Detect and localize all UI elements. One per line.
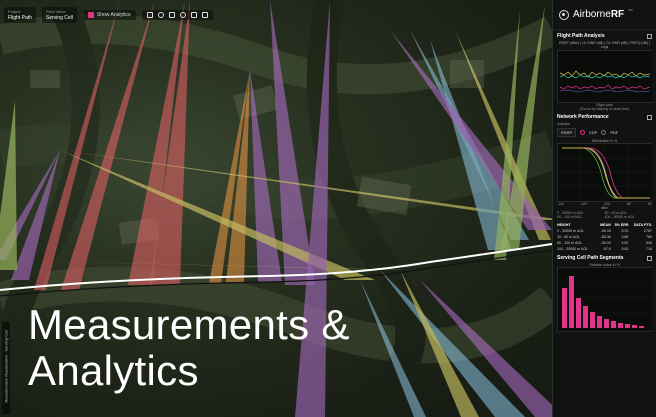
x-tick: -140 xyxy=(557,202,565,206)
crop-icon[interactable] xyxy=(146,12,153,18)
side-label-text: Measurement Visualization - Serving Cell xyxy=(3,329,9,404)
flight-path-chart[interactable] xyxy=(557,50,652,103)
histogram-bar xyxy=(618,323,623,328)
flight-path-hint: (Focus by clicking on chart line) xyxy=(579,107,630,111)
x-tick: -80 xyxy=(625,202,631,206)
field-value-select[interactable]: Field Value Serving Cell xyxy=(41,7,77,23)
expand-icon[interactable] xyxy=(647,114,652,120)
cdf-radio[interactable] xyxy=(580,130,586,135)
brand-tm: TM xyxy=(628,8,633,12)
project-select[interactable]: Project Flight Path xyxy=(4,7,36,23)
serving-cell-chart[interactable] xyxy=(557,267,652,332)
section-title: Flight Path Analysis xyxy=(557,33,605,39)
brand-name: AirborneRF xyxy=(573,9,625,20)
histogram-bar xyxy=(569,276,574,328)
indicator-label: Indicator xyxy=(557,122,571,126)
histogram-bar xyxy=(625,324,630,328)
airbornerf-logo-icon xyxy=(559,9,569,20)
section-title: Serving Cell Path Segments xyxy=(557,255,624,261)
headline-line-1: Measurements & xyxy=(28,301,350,348)
measurement-beam xyxy=(0,100,17,270)
network-performance-section: Network Performance Indicator RSRP CDF P… xyxy=(557,114,652,219)
legend-item: 60 - 100 m AGL xyxy=(557,215,582,219)
flight-path-analysis-section: Flight Path Analysis RSRP (dBm) | UL SIN… xyxy=(557,33,652,111)
cdf-chart[interactable] xyxy=(557,143,652,202)
checkbox-icon xyxy=(87,12,94,18)
map-tools xyxy=(141,10,213,20)
indicator-select[interactable]: RSRP xyxy=(557,128,577,137)
map-toolbar: Project Flight Path Field Value Serving … xyxy=(4,4,552,26)
histogram-bar xyxy=(639,326,644,328)
histogram-bar xyxy=(562,288,567,328)
home-icon[interactable] xyxy=(190,12,197,18)
settings-icon[interactable] xyxy=(201,12,208,18)
target-icon[interactable] xyxy=(179,12,186,18)
histogram-bar xyxy=(632,325,637,328)
visualization-side-label: Measurement Visualization - Serving Cell xyxy=(2,322,10,414)
chart-legend: RSRP (dBm) | UL SINR (dB) | DL SINR (dB)… xyxy=(559,41,650,49)
histogram-bar xyxy=(590,312,595,328)
histogram-bar xyxy=(604,319,609,328)
histogram-bar xyxy=(611,321,616,328)
cdf-legend: 0 - 30000 m AGL 30 - 60 m AGL 60 - 100 m… xyxy=(557,211,652,219)
x-tick: -120 xyxy=(579,202,587,206)
expand-icon[interactable] xyxy=(647,33,652,39)
histogram-bar xyxy=(583,306,588,328)
x-tick: -60 xyxy=(646,202,652,206)
serving-cell-histogram xyxy=(558,268,652,330)
table-row: 100 - 30000 m AGL -97.6 5.83 716 xyxy=(557,247,652,251)
pdf-label: PDF xyxy=(610,130,619,135)
analytics-panel: AirborneRF TM Flight Path Analysis RSRP … xyxy=(552,0,656,417)
cdf-label: CDF xyxy=(589,130,598,135)
section-title: Network Performance xyxy=(557,114,609,120)
histogram-bar xyxy=(576,298,581,328)
map-view[interactable]: Project Flight Path Field Value Serving … xyxy=(0,0,552,417)
grid-icon[interactable] xyxy=(168,12,175,18)
serving-cell-section: Serving Cell Path Segments Relative shar… xyxy=(557,255,652,332)
flight-path-plot xyxy=(558,51,652,101)
height-stats-table: HEIGHT MEAN 5% ERR DATA PTS. 0 - 30000 m… xyxy=(557,222,652,252)
legend-item: 100 - 30000 m AGL xyxy=(604,215,635,219)
height-stats-section: HEIGHT MEAN 5% ERR DATA PTS. 0 - 30000 m… xyxy=(557,222,652,252)
headline: Measurements & Analytics xyxy=(28,302,350,394)
rotate-icon[interactable] xyxy=(157,12,164,18)
expand-icon[interactable] xyxy=(647,255,652,261)
brand-logo: AirborneRF TM xyxy=(553,0,656,30)
cdf-x-label: dBm xyxy=(600,206,609,210)
field-value-value: Serving Cell xyxy=(45,15,73,21)
show-analytics-checkbox[interactable]: Show Analytics xyxy=(82,10,136,20)
headline-line-2: Analytics xyxy=(28,347,199,394)
pdf-radio[interactable] xyxy=(601,130,607,135)
project-value: Flight Path xyxy=(8,15,32,21)
show-analytics-label: Show Analytics xyxy=(96,12,131,18)
histogram-bar xyxy=(597,316,602,328)
cdf-plot xyxy=(558,144,652,200)
